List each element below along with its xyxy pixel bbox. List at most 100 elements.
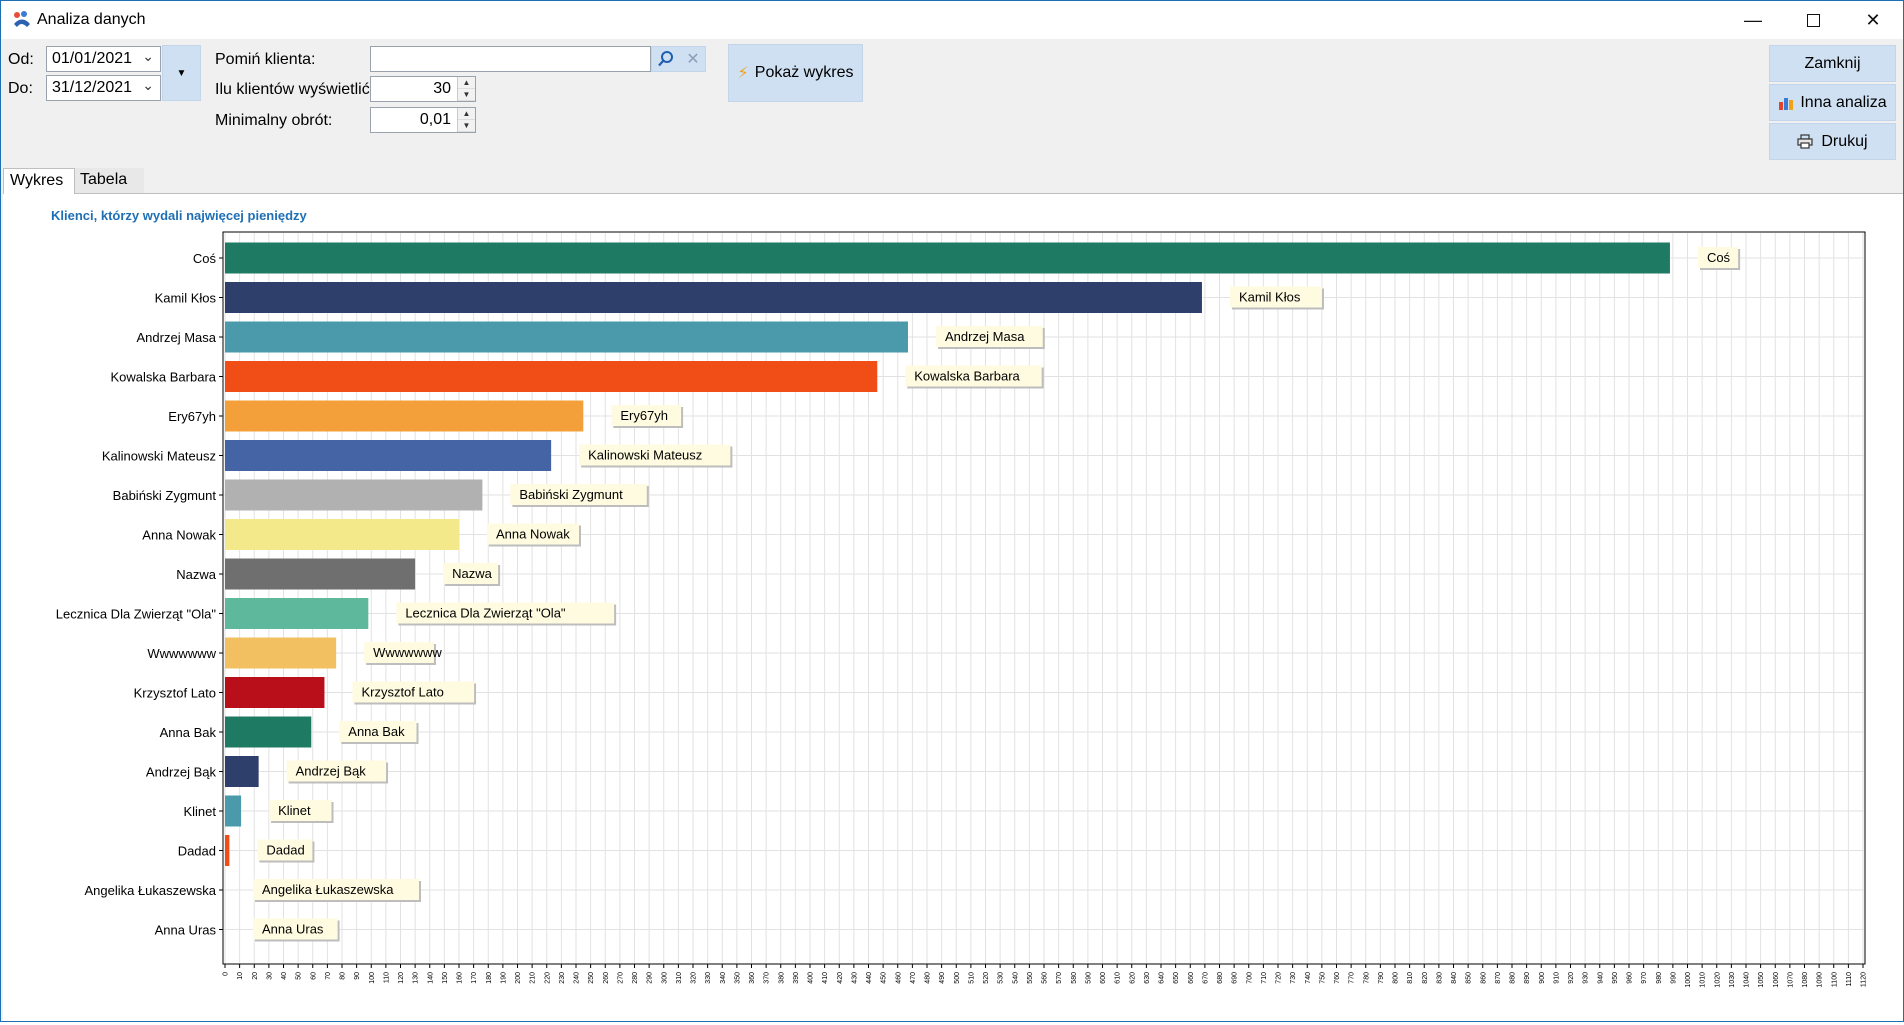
chevron-down-icon: ⌄	[142, 77, 154, 93]
x-tick-label: 1110	[1846, 972, 1853, 987]
x-tick-label: 460	[895, 972, 902, 984]
spin-down-icon[interactable]: ▼	[458, 89, 475, 101]
x-tick-label: 310	[676, 972, 683, 984]
x-tick-label: 230	[559, 972, 566, 984]
x-tick-label: 910	[1553, 972, 1560, 984]
spin-up-icon[interactable]: ▲	[458, 108, 475, 120]
from-date-picker[interactable]: 01/01/2021 ⌄	[46, 46, 161, 72]
chart-title: Klienci, którzy wydali najwięcej pienięd…	[51, 208, 308, 223]
bar	[225, 400, 584, 432]
data-label: Coś	[1707, 250, 1731, 265]
data-label: Nazwa	[452, 566, 493, 581]
x-tick-label: 520	[983, 972, 990, 984]
skip-client-input[interactable]	[370, 46, 651, 72]
bar	[225, 440, 552, 471]
bar	[225, 835, 230, 866]
x-tick-label: 480	[925, 972, 932, 984]
other-analysis-button[interactable]: Inna analiza	[1769, 84, 1896, 121]
min-turnover-spinner[interactable]: 0,01 ▲ ▼	[370, 107, 476, 133]
x-tick-label: 990	[1670, 972, 1677, 984]
caret-down-icon: ▼	[176, 67, 187, 79]
category-label: Andrzej Masa	[137, 330, 217, 345]
x-tick-label: 980	[1656, 972, 1663, 984]
x-tick-label: 830	[1436, 972, 1443, 984]
spin-buttons[interactable]: ▲ ▼	[457, 108, 475, 132]
data-label: Ery67yh	[620, 408, 668, 423]
x-tick-label: 30	[266, 972, 273, 980]
x-tick-label: 80	[340, 972, 347, 980]
x-tick-label: 420	[837, 972, 844, 984]
data-label: Anna Nowak	[496, 527, 570, 542]
category-label: Anna Bak	[160, 725, 217, 740]
to-date-picker[interactable]: 31/12/2021 ⌄	[46, 75, 161, 101]
x-tick-label: 50	[296, 972, 303, 980]
x-tick-label: 490	[939, 972, 946, 984]
bar	[225, 637, 337, 669]
x-tick-label: 130	[413, 972, 420, 984]
x-tick-label: 410	[822, 972, 829, 984]
x-tick-label: 440	[866, 972, 873, 984]
data-label: Wwwwwww	[373, 645, 442, 660]
data-label: Anna Bak	[348, 724, 405, 739]
minimize-button[interactable]: —	[1723, 1, 1783, 39]
bar	[225, 479, 483, 511]
maximize-icon	[1806, 13, 1820, 27]
x-tick-label: 90	[354, 972, 361, 980]
spin-buttons[interactable]: ▲ ▼	[457, 77, 475, 101]
app-logo-icon	[14, 11, 30, 27]
x-tick-label: 660	[1188, 972, 1195, 984]
bar	[225, 598, 369, 629]
x-axis-ticks: 0 10 20 30 40 50 60 70 80 90 100 110 120 130 140 150 160…	[223, 964, 1868, 988]
period-dropdown-button[interactable]: ▼	[162, 45, 201, 101]
x-tick-label: 470	[910, 972, 917, 984]
data-label: Kamil Kłos	[1239, 290, 1301, 305]
print-button[interactable]: Drukuj	[1769, 123, 1896, 160]
spin-down-icon[interactable]: ▼	[458, 120, 475, 132]
x-tick-label: 670	[1202, 972, 1209, 984]
x-tick-label: 1070	[1787, 972, 1794, 988]
printer-icon	[1797, 134, 1813, 149]
search-icon[interactable]	[657, 50, 675, 68]
x-tick-label: 70	[325, 972, 332, 980]
x-tick-label: 1000	[1685, 972, 1692, 988]
clear-icon[interactable]: ✕	[686, 49, 699, 69]
show-chart-button[interactable]: ⚡︎ Pokaż wykres	[728, 44, 863, 102]
x-tick-label: 390	[793, 972, 800, 984]
close-button[interactable]: Zamknij	[1769, 45, 1896, 82]
x-tick-label: 940	[1597, 972, 1604, 984]
spin-up-icon[interactable]: ▲	[458, 77, 475, 89]
data-label: Kowalska Barbara	[914, 369, 1020, 384]
x-tick-label: 260	[603, 972, 610, 984]
x-tick-label: 970	[1641, 972, 1648, 984]
x-tick-label: 1090	[1817, 972, 1824, 988]
tab-table[interactable]: Tabela	[74, 168, 144, 193]
window-title: Analiza danych	[37, 11, 146, 28]
x-tick-label: 180	[486, 972, 493, 984]
x-tick-label: 1010	[1700, 972, 1707, 988]
tab-chart[interactable]: Wykres	[3, 168, 75, 194]
x-tick-label: 340	[720, 972, 727, 984]
data-label: Krzysztof Lato	[361, 685, 443, 700]
x-tick-label: 650	[1173, 972, 1180, 984]
category-label: Angelika Łukaszewska	[84, 883, 216, 898]
client-count-spinner[interactable]: 30 ▲ ▼	[370, 76, 476, 102]
x-tick-label: 590	[1085, 972, 1092, 984]
x-tick-label: 1050	[1758, 972, 1765, 988]
client-count-label: Ilu klientów wyświetlić:	[215, 81, 375, 98]
x-tick-label: 620	[1129, 972, 1136, 984]
x-tick-label: 110	[383, 972, 390, 983]
maximize-button[interactable]	[1783, 1, 1843, 39]
minimize-icon: —	[1744, 9, 1762, 30]
bar	[225, 519, 459, 550]
x-tick-label: 850	[1466, 972, 1473, 984]
x-tick-label: 610	[1115, 972, 1122, 984]
x-tick-label: 560	[1042, 972, 1049, 984]
x-tick-label: 500	[954, 972, 961, 984]
x-tick-label: 950	[1612, 972, 1619, 984]
x-tick-label: 270	[617, 972, 624, 984]
x-tick-label: 190	[500, 972, 507, 984]
bar	[225, 558, 416, 590]
x-tick-label: 710	[1261, 972, 1268, 984]
x-tick-label: 730	[1290, 972, 1297, 984]
close-window-button[interactable]: ✕	[1843, 1, 1903, 39]
